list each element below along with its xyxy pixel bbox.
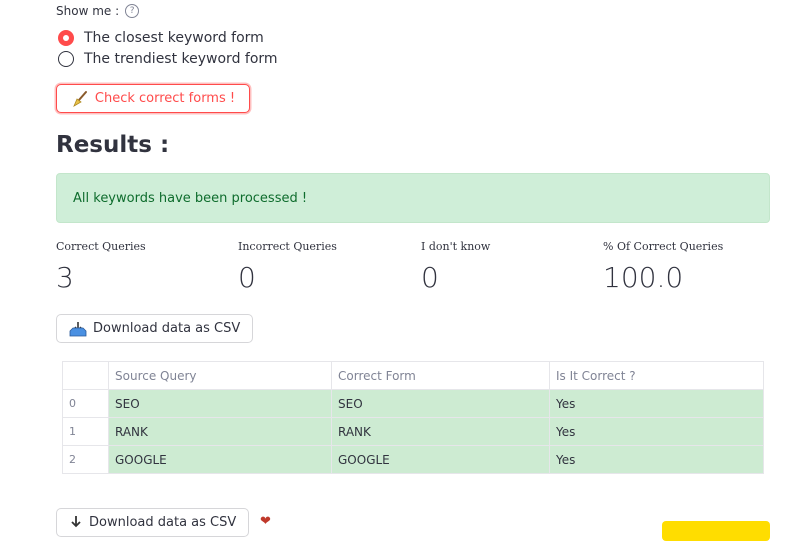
- broom-icon: [73, 90, 87, 107]
- radio-label-closest: The closest keyword form: [84, 30, 264, 46]
- cell-is-correct[interactable]: Yes: [549, 445, 764, 474]
- footer-credit: ❤: [260, 514, 271, 529]
- show-me-label: Show me : ?: [56, 4, 140, 18]
- cell-source-query[interactable]: SEO: [108, 389, 332, 418]
- table-row: 1 RANK RANK Yes: [62, 417, 764, 446]
- row-index: 2: [62, 445, 109, 474]
- column-header-is-correct[interactable]: Is It Correct ?: [549, 361, 764, 390]
- column-header-correct-form[interactable]: Correct Form: [331, 361, 550, 390]
- radio-unselected-icon[interactable]: [58, 51, 74, 67]
- metric-correct-queries: Correct Queries 3: [56, 240, 146, 294]
- metric-label: I don't know: [421, 240, 491, 253]
- radio-label-trendiest: The trendiest keyword form: [84, 51, 278, 67]
- metric-label: Correct Queries: [56, 240, 146, 253]
- metric-value: 100.0: [603, 261, 684, 294]
- table-row: 0 SEO SEO Yes: [62, 389, 764, 418]
- cell-is-correct[interactable]: Yes: [549, 389, 764, 418]
- cell-source-query[interactable]: GOOGLE: [108, 445, 332, 474]
- success-alert: All keywords have been processed !: [56, 173, 770, 223]
- column-header-source-query[interactable]: Source Query: [108, 361, 332, 390]
- radio-selected-icon[interactable]: [58, 30, 74, 46]
- metric-percent-correct: % Of Correct Queries 100.0: [603, 240, 723, 294]
- download-csv-button-2[interactable]: Download data as CSV: [56, 508, 250, 537]
- download-arrow-icon: [71, 515, 81, 527]
- sponsor-button[interactable]: [662, 521, 770, 541]
- cell-source-query[interactable]: RANK: [108, 417, 332, 446]
- row-index: 1: [62, 417, 109, 446]
- table-header-row: Source Query Correct Form Is It Correct …: [62, 361, 764, 390]
- results-table: Source Query Correct Form Is It Correct …: [62, 361, 764, 474]
- metric-value: 0: [238, 261, 256, 294]
- metric-label: Incorrect Queries: [238, 240, 337, 253]
- cell-correct-form[interactable]: RANK: [331, 417, 550, 446]
- table-row: 2 GOOGLE GOOGLE Yes: [62, 445, 764, 474]
- metric-dont-know: I don't know 0: [421, 240, 490, 294]
- question-circle-icon[interactable]: ?: [125, 4, 140, 18]
- radio-option-closest[interactable]: The closest keyword form: [58, 30, 264, 46]
- download-csv-label: Download data as CSV: [93, 321, 241, 336]
- alert-message: All keywords have been processed !: [73, 190, 308, 206]
- metric-value: 0: [421, 261, 439, 294]
- results-heading: Results :: [56, 132, 170, 158]
- show-me-text: Show me :: [56, 4, 120, 18]
- inbox-tray-icon: [69, 321, 87, 336]
- radio-option-trendiest[interactable]: The trendiest keyword form: [58, 51, 278, 67]
- check-correct-forms-label: Check correct forms !: [94, 91, 236, 106]
- metric-value: 3: [56, 261, 74, 294]
- heart-icon: ❤: [260, 514, 271, 529]
- cell-correct-form[interactable]: GOOGLE: [331, 445, 550, 474]
- download-csv-label-2: Download data as CSV: [89, 515, 237, 530]
- row-index: 0: [62, 389, 109, 418]
- cell-correct-form[interactable]: SEO: [331, 389, 550, 418]
- column-header-index[interactable]: [62, 361, 109, 390]
- cell-is-correct[interactable]: Yes: [549, 417, 764, 446]
- download-csv-button[interactable]: Download data as CSV: [56, 314, 254, 343]
- metric-incorrect-queries: Incorrect Queries 0: [238, 240, 337, 294]
- metric-label: % Of Correct Queries: [603, 240, 724, 253]
- check-correct-forms-button[interactable]: Check correct forms !: [56, 84, 250, 113]
